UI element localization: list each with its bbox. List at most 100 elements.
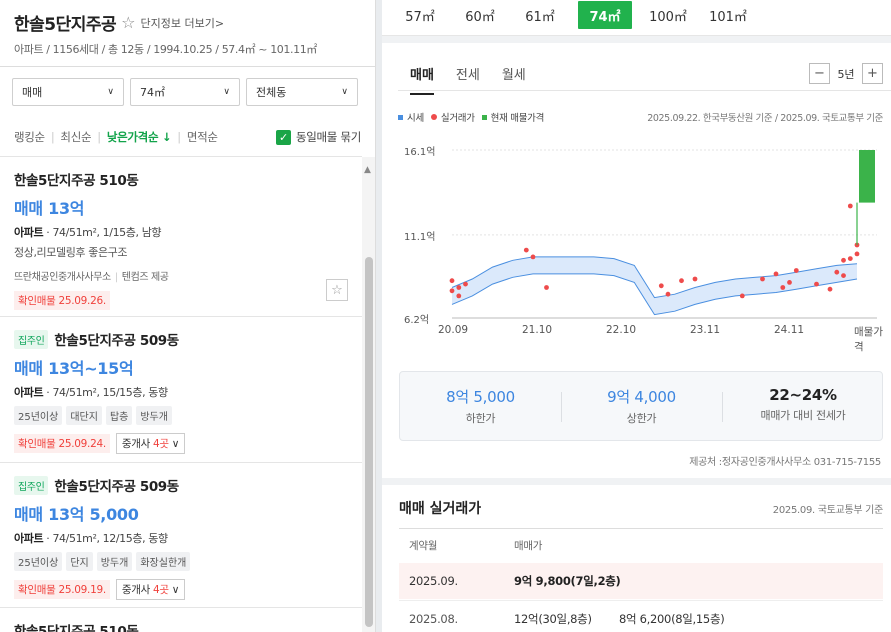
real-trade-point (530, 254, 536, 260)
x-tick-label: 23.11 (690, 324, 721, 336)
x-tick-label: 20.09 (438, 324, 469, 336)
divider (0, 607, 362, 608)
listing-spec: 아파트 · 74/51m², 15/15층, 동향 (14, 386, 168, 399)
real-trade-point (814, 281, 819, 287)
listing-tags: 25년이상 대단지 탑층 방두개 (14, 406, 348, 425)
x-tick-label: 21.10 (522, 324, 553, 336)
sort-low-price[interactable]: 낮은가격순 ↓ (107, 129, 172, 145)
x-tick-label: 매물가격 (854, 326, 883, 353)
low-price-box: 8억 5,000 하한가 (400, 372, 561, 442)
favorite-star-icon[interactable]: ☆ (326, 279, 348, 301)
tag: 화장실한개 (136, 552, 191, 571)
listing-card[interactable]: 한솔5단지주공 510동 매매 13억 아파트 · 74/51m², 1/15층… (14, 169, 348, 310)
trade-type-select[interactable]: 매매 ∨ (12, 78, 124, 106)
area-tab-active[interactable]: 74㎡ (578, 1, 632, 29)
filter-bar: 매매 ∨ 74㎡ ∨ 전체동 ∨ (12, 78, 364, 106)
listing-list: 한솔5단지주공 510동 매매 13억 아파트 · 74/51m², 1/15층… (0, 157, 362, 632)
tag: 대단지 (66, 406, 102, 425)
group-same-checkbox[interactable]: ✓ 동일매물 묶기 (275, 129, 361, 145)
favorite-star-icon[interactable]: ☆ (121, 13, 135, 32)
real-trade-point (739, 293, 745, 299)
listing-building: 한솔5단지주공 510동 (14, 624, 139, 632)
sort-latest[interactable]: 최신순 (60, 129, 91, 145)
listing-building: 한솔5단지주공 509동 (54, 479, 179, 495)
listing-spec: 아파트 · 74/51m², 1/15층, 남향 (14, 226, 162, 239)
x-tick-label: 22.10 (606, 324, 637, 336)
confirmed-badge: 확인매물 25.09.19. (14, 580, 110, 599)
tag: 방두개 (136, 406, 172, 425)
real-trade-point (544, 285, 549, 290)
y-tick-label: 16.1억 (404, 147, 436, 158)
real-trade-point (847, 203, 853, 209)
chevron-right-icon: > (214, 16, 225, 30)
header-month: 계약월 (409, 540, 438, 552)
scroll-thumb[interactable] (365, 257, 373, 627)
jeonse-ratio-box: 22~24% 매매가 대비 전세가 (722, 372, 884, 442)
period-label: 5년 (837, 67, 855, 81)
real-trade-point (854, 251, 860, 257)
area-tab[interactable]: 101㎡ (702, 1, 754, 29)
area-tab[interactable]: 61㎡ (516, 1, 564, 29)
listing-spec: 아파트 · 74/51m², 12/15층, 동향 (14, 532, 168, 545)
area-tab[interactable]: 100㎡ (642, 1, 694, 29)
x-tick-label: 24.11 (774, 324, 805, 336)
listing-card[interactable]: 집주인 한솔5단지주공 509동 매매 13억 5,000 아파트 · 74/51… (14, 475, 348, 600)
table-row[interactable]: 2025.08. 12억(30일,8층) 8억 6,200(8일,15층) (399, 600, 883, 632)
listing-tags: 25년이상 단지 방두개 화장실한개 (14, 552, 348, 571)
y-tick-label: 6.2억 (404, 315, 430, 326)
trade-deal: 9억 9,800(7일,2층) (514, 574, 621, 588)
complex-info-link[interactable]: 단지정보 더보기> (141, 15, 225, 31)
market-price-band (452, 256, 857, 315)
chevron-down-icon: ∨ (107, 87, 114, 97)
real-trade-point (793, 268, 799, 273)
real-trade-point (449, 278, 455, 284)
high-price-label: 상한가 (626, 412, 657, 425)
agents-button[interactable]: 중개사 4곳 ∨ (115, 433, 186, 454)
section-gap (382, 478, 891, 485)
complex-summary: 아파트 / 1156세대 / 총 12동 / 1994.10.25 / 57.4… (14, 43, 317, 56)
jeonse-ratio-value: 22~24% (769, 386, 837, 404)
tag: 25년이상 (14, 406, 63, 425)
price-chart[interactable] (382, 140, 891, 350)
real-trade-point (456, 285, 462, 290)
dot-marker-icon (430, 114, 437, 120)
chevron-down-icon: ∨ (171, 584, 180, 596)
app-root: 한솔5단지주공 ☆ 단지정보 더보기> 아파트 / 1156세대 / 총 12동… (0, 0, 891, 632)
detail-panel: 57㎡ 60㎡ 61㎡ 74㎡ 100㎡ 101㎡ 매매 전세 월세 − 5년 … (382, 0, 891, 632)
complex-title: 한솔5단지주공 (14, 15, 117, 35)
real-trade-point (449, 288, 455, 294)
listing-card[interactable]: 한솔5단지주공 510동 (14, 620, 348, 632)
building-select[interactable]: 전체동 ∨ (246, 78, 358, 106)
listing-price-bar (859, 150, 875, 203)
legend-item: 현재 매물가격 (481, 110, 544, 124)
chart-source: 2025.09.22. 한국부동산원 기준 / 2025.09. 국토교통부 기… (647, 113, 883, 124)
chart-legend: 시세 실거래가 현재 매물가격 (398, 110, 551, 124)
trade-month: 2025.09. (409, 574, 458, 588)
zoom-minus-button[interactable]: − (809, 63, 830, 84)
listing-price: 매매 13억~15억 (14, 359, 134, 378)
price-range-summary: 8억 5,000 하한가 9억 4,000 상한가 22~24% 매매가 대비 … (399, 371, 883, 441)
zoom-plus-button[interactable]: + (862, 63, 883, 84)
scrollbar[interactable]: ▲ (362, 157, 375, 632)
jeonse-ratio-label: 매매가 대비 전세가 (760, 409, 846, 422)
table-row[interactable]: 2025.09. 9억 9,800(7일,2층) (399, 563, 883, 599)
real-trade-point (523, 247, 529, 253)
sort-ranking[interactable]: 랭킹순 (14, 129, 45, 145)
real-trade-point (456, 293, 462, 299)
tag: 방두개 (96, 552, 133, 571)
agents-button[interactable]: 중개사 4곳 ∨ (115, 579, 186, 600)
area-select[interactable]: 74㎡ ∨ (130, 78, 240, 106)
area-tab[interactable]: 60㎡ (456, 1, 504, 29)
chevron-down-icon: ∨ (223, 87, 230, 97)
listing-card[interactable]: 집주인 한솔5단지주공 509동 매매 13억~15억 아파트 · 74/51m²… (14, 329, 348, 454)
divider (0, 316, 362, 317)
real-trade-point (847, 256, 853, 261)
header-price: 매매가 (514, 540, 543, 552)
trade-month: 2025.08. (409, 611, 458, 626)
area-tab[interactable]: 57㎡ (396, 1, 444, 29)
sort-area[interactable]: 면적순 (187, 129, 218, 145)
listing-panel: 한솔5단지주공 ☆ 단지정보 더보기> 아파트 / 1156세대 / 총 12동… (0, 0, 376, 632)
divider (398, 90, 891, 91)
scroll-up-arrow-icon[interactable]: ▲ (364, 165, 371, 175)
high-price-value: 9억 4,000 (607, 388, 676, 406)
